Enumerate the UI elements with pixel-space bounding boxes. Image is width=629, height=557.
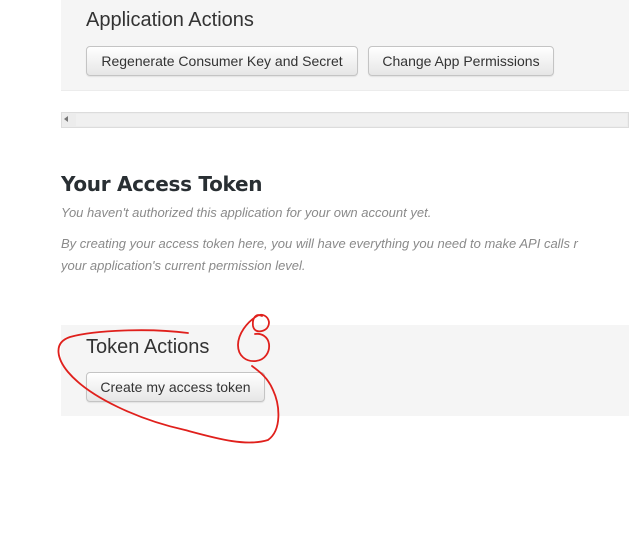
regenerate-consumer-key-button[interactable]: Regenerate Consumer Key and Secret [86,46,358,76]
create-token-note: By creating your access token here, you … [61,233,629,277]
create-token-note-line-1: By creating your access token here, you … [61,236,578,251]
application-actions-title: Application Actions [86,9,254,31]
token-actions-title: Token Actions [86,336,210,358]
create-token-note-line-2: your application's current permission le… [61,258,306,273]
application-actions-panel: Application Actions Regenerate Consumer … [61,0,629,91]
token-actions-panel: Token Actions Create my access token [61,325,629,416]
change-app-permissions-button[interactable]: Change App Permissions [368,46,554,76]
not-authorized-note: You haven't authorized this application … [61,205,432,220]
scroll-left-arrow-icon[interactable] [64,116,68,122]
horizontal-scrollbar[interactable] [61,112,629,128]
create-access-token-button[interactable]: Create my access token [86,372,265,402]
scrollbar-track[interactable] [76,114,627,126]
access-token-title: Your Access Token [61,172,263,196]
